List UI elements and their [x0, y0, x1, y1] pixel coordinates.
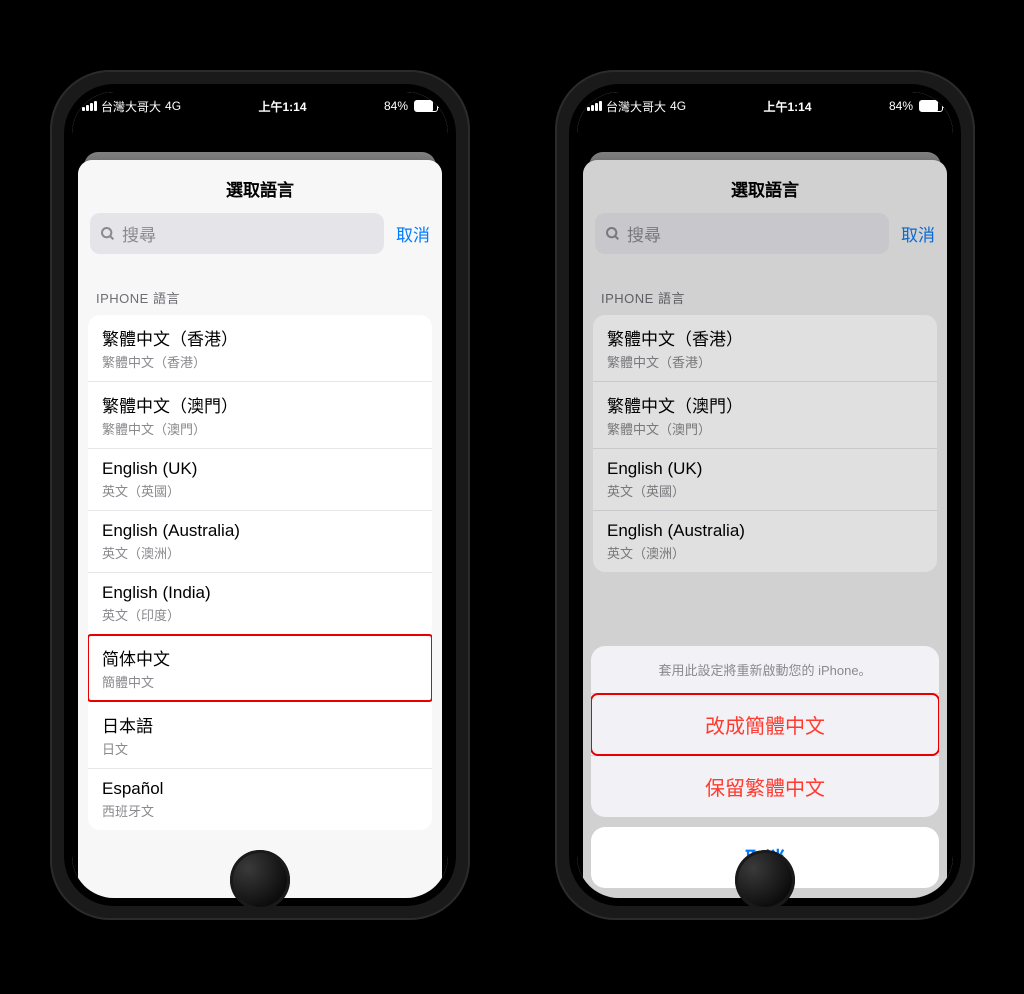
list-item[interactable]: 繁體中文（澳門） 繁體中文（澳門） — [88, 382, 432, 449]
lang-title: 日本語 — [102, 712, 418, 737]
search-cancel-button[interactable]: 取消 — [396, 221, 430, 246]
signal-icon — [82, 101, 97, 111]
action-sheet-group: 套用此設定將重新啟動您的 iPhone。 改成簡體中文 保留繁體中文 — [591, 646, 939, 817]
lang-title: English (India) — [102, 583, 418, 603]
list-item[interactable]: 日本語 日文 — [88, 702, 432, 769]
list-item[interactable]: English (India) 英文（印度） — [88, 573, 432, 635]
signal-icon — [587, 101, 602, 111]
section-header: IPHONE 語言 — [78, 264, 442, 315]
language-list: 繁體中文（香港） 繁體中文（香港） 繁體中文（澳門） 繁體中文（澳門） Engl… — [88, 315, 432, 830]
lang-title: English (UK) — [102, 459, 418, 479]
status-bar: 台灣大哥大 4G 上午1:14 84% — [72, 92, 448, 120]
keep-language-button[interactable]: 保留繁體中文 — [591, 756, 939, 817]
search-placeholder: 搜尋 — [122, 221, 156, 246]
status-time: 上午1:14 — [258, 98, 306, 115]
battery-pct: 84% — [384, 99, 408, 113]
lang-sub: 繁體中文（澳門） — [102, 419, 418, 438]
phone-mockup-right: 台灣大哥大 4G 上午1:14 84% 選取語言 搜尋 — [555, 70, 975, 920]
screen-left: 台灣大哥大 4G 上午1:14 84% 選取語言 搜尋 — [72, 92, 448, 898]
action-sheet-note: 套用此設定將重新啟動您的 iPhone。 — [591, 646, 939, 694]
lang-title: Español — [102, 779, 418, 799]
lang-title: English (Australia) — [102, 521, 418, 541]
lang-sub: 英文（英國） — [102, 481, 418, 500]
battery-icon — [414, 100, 438, 112]
lang-title: 简体中文 — [102, 645, 418, 670]
home-button[interactable] — [735, 850, 795, 910]
language-modal: 選取語言 搜尋 取消 IPHONE 語言 繁體中文（香港） 繁體中文（香港） — [78, 160, 442, 898]
lang-sub: 日文 — [102, 739, 418, 758]
list-item[interactable]: English (UK) 英文（英國） — [88, 449, 432, 511]
language-modal: 選取語言 搜尋 取消 IPHONE 語言 繁體中文（香港） 繁體中文（香港） — [583, 160, 947, 898]
home-button[interactable] — [230, 850, 290, 910]
lang-sub: 繁體中文（香港） — [102, 352, 418, 371]
search-input[interactable]: 搜尋 — [90, 213, 384, 254]
carrier-label: 台灣大哥大 — [606, 98, 666, 115]
screen-right: 台灣大哥大 4G 上午1:14 84% 選取語言 搜尋 — [577, 92, 953, 898]
search-icon — [100, 226, 116, 242]
list-item[interactable]: 繁體中文（香港） 繁體中文（香港） — [88, 315, 432, 382]
lang-sub: 英文（印度） — [102, 605, 418, 624]
modal-title: 選取語言 — [78, 160, 442, 213]
list-item-simplified-chinese[interactable]: 简体中文 簡體中文 — [88, 635, 432, 702]
lang-title: 繁體中文（澳門） — [102, 392, 418, 417]
carrier-label: 台灣大哥大 — [101, 98, 161, 115]
status-bar: 台灣大哥大 4G 上午1:14 84% — [577, 92, 953, 120]
lang-sub: 英文（澳洲） — [102, 543, 418, 562]
list-item[interactable]: Español 西班牙文 — [88, 769, 432, 830]
phone-mockup-left: 台灣大哥大 4G 上午1:14 84% 選取語言 搜尋 — [50, 70, 470, 920]
lang-title: 繁體中文（香港） — [102, 325, 418, 350]
change-language-button[interactable]: 改成簡體中文 — [591, 694, 939, 756]
list-item[interactable]: English (Australia) 英文（澳洲） — [88, 511, 432, 573]
lang-sub: 簡體中文 — [102, 672, 418, 691]
battery-pct: 84% — [889, 99, 913, 113]
battery-icon — [919, 100, 943, 112]
network-label: 4G — [670, 99, 686, 113]
network-label: 4G — [165, 99, 181, 113]
lang-sub: 西班牙文 — [102, 801, 418, 820]
status-time: 上午1:14 — [763, 98, 811, 115]
